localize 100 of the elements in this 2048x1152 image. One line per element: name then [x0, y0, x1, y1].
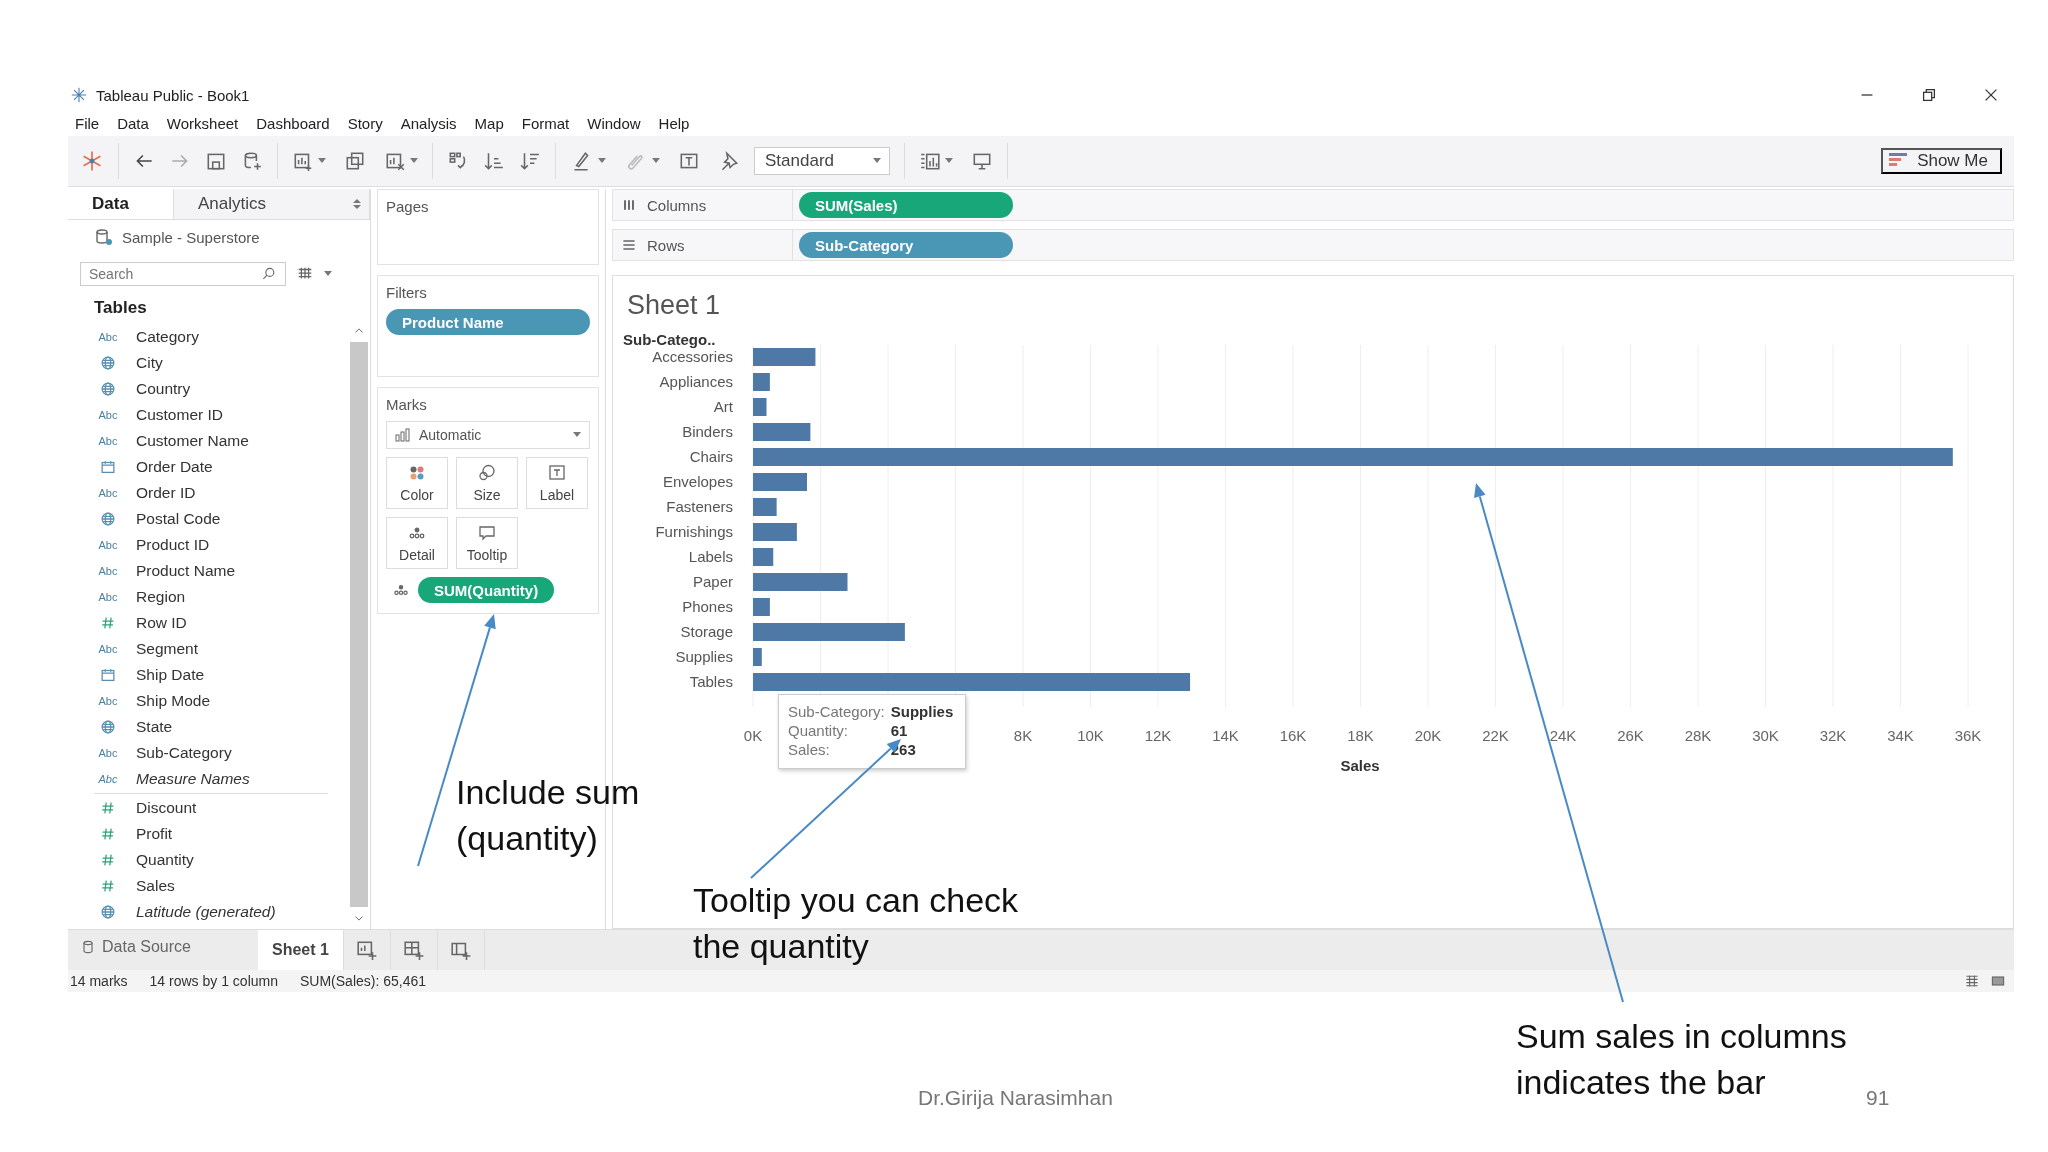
database-icon: [80, 939, 96, 955]
caret-icon[interactable]: [873, 158, 881, 164]
window-title: Tableau Public - Book1: [96, 86, 250, 104]
axis-title: Sales: [1340, 757, 1380, 774]
field-name[interactable]: Postal Code: [136, 510, 221, 528]
category-label: Appliances: [659, 373, 733, 390]
globe-icon: [99, 903, 117, 921]
sheet-tab[interactable]: Sheet 1: [258, 930, 343, 970]
caret-icon[interactable]: [410, 158, 418, 164]
type-label: Abc: [98, 773, 118, 785]
category-label: Phones: [682, 598, 733, 615]
caret-icon[interactable]: [598, 158, 606, 164]
new-sheet-icon[interactable]: [355, 939, 378, 961]
author-name: Dr.Girija Narasimhan: [918, 1086, 1113, 1110]
globe-icon: [99, 718, 117, 736]
mark-property-button[interactable]: Tooltip: [456, 517, 518, 569]
field-name[interactable]: Row ID: [136, 614, 187, 632]
field-name[interactable]: Product Name: [136, 562, 236, 580]
search-field[interactable]: Search: [80, 262, 286, 286]
field-name[interactable]: Quantity: [136, 851, 194, 869]
duplicate-chart-icon[interactable]: [344, 150, 366, 172]
menu-item[interactable]: Story: [340, 114, 394, 132]
type-label: Abc: [98, 539, 118, 551]
tick-label: 18K: [1347, 727, 1374, 744]
app-logo-icon: [70, 86, 88, 104]
bar[interactable]: [753, 398, 767, 416]
restore-icon[interactable]: [1920, 86, 1938, 104]
menu-item[interactable]: Window: [580, 114, 652, 132]
field-name[interactable]: Ship Mode: [136, 692, 211, 710]
fit-dropdown[interactable]: Standard: [754, 147, 890, 175]
snowflake-icon[interactable]: [80, 149, 104, 173]
caret-icon[interactable]: [652, 158, 660, 164]
field-name[interactable]: Customer ID: [136, 406, 223, 424]
tick-label: 32K: [1819, 727, 1847, 744]
calendar-icon: [99, 458, 117, 476]
caret-icon[interactable]: [318, 158, 326, 164]
menu-item[interactable]: File: [68, 114, 111, 132]
search-icon[interactable]: [261, 266, 277, 282]
caret-icon[interactable]: [945, 158, 953, 164]
field-name[interactable]: Category: [136, 328, 199, 346]
field-name[interactable]: Order ID: [136, 484, 196, 502]
field-name[interactable]: Product ID: [136, 536, 210, 554]
show-me-button[interactable]: Show Me: [1881, 148, 2002, 174]
field-name[interactable]: Latitude (generated): [136, 903, 276, 921]
menu-item[interactable]: Dashboard: [249, 114, 341, 132]
card-title: Filters: [386, 284, 428, 301]
rows-icon: [621, 237, 637, 253]
tick-label: 26K: [1617, 727, 1644, 744]
field-name[interactable]: Profit: [136, 825, 173, 843]
menu-item[interactable]: Format: [514, 114, 581, 132]
sort-descending-icon[interactable]: [519, 150, 541, 172]
menu-item[interactable]: Help: [651, 114, 701, 132]
menu-item[interactable]: Data: [110, 114, 160, 132]
bar[interactable]: [753, 548, 774, 566]
category-label: Binders: [682, 423, 733, 440]
field-name[interactable]: Region: [136, 588, 186, 606]
field-name[interactable]: Order Date: [136, 458, 213, 476]
field-name[interactable]: Sub-Category: [136, 744, 232, 762]
mark-property-button[interactable]: Label: [526, 457, 588, 509]
status-text: 14 rows by 1 column: [149, 973, 278, 989]
field-name[interactable]: Country: [136, 380, 191, 398]
field-name[interactable]: Sales: [136, 877, 175, 895]
category-label: Art: [713, 398, 733, 415]
bar-chart-icon: [395, 428, 411, 442]
new-dashboard-icon[interactable]: [402, 939, 425, 961]
type-label: Abc: [98, 487, 118, 499]
field-name[interactable]: State: [136, 718, 173, 736]
category-label: Envelopes: [662, 473, 733, 490]
panel-tab[interactable]: Analytics: [174, 189, 370, 219]
tick-label: 20K: [1414, 727, 1442, 744]
search-input[interactable]: Search: [87, 265, 261, 283]
speech-bubble-icon: [477, 523, 497, 543]
caret-icon[interactable]: [573, 432, 581, 438]
scrollbar-thumb[interactable]: [350, 342, 368, 907]
menu-item[interactable]: Worksheet: [159, 114, 250, 132]
sort-ascending-icon[interactable]: [483, 150, 505, 172]
field-name[interactable]: Segment: [136, 640, 199, 658]
field-name[interactable]: Ship Date: [136, 666, 205, 684]
sort-arrows-icon[interactable]: [353, 198, 361, 210]
field-name[interactable]: City: [136, 354, 163, 372]
field-name[interactable]: Measure Names: [136, 770, 250, 788]
menu-item[interactable]: Map: [467, 114, 515, 132]
menu-item[interactable]: Analysis: [393, 114, 468, 132]
annotation-text: Sum sales in columns indicates the bar: [1516, 1016, 1848, 1103]
field-name[interactable]: Discount: [136, 799, 197, 817]
mark-type-dropdown[interactable]: Automatic: [386, 421, 590, 449]
data-source-name[interactable]: Sample - Superstore: [122, 228, 260, 246]
caret-icon[interactable]: [324, 271, 332, 277]
mark-property-button[interactable]: Color: [386, 457, 448, 509]
category-label: Accessories: [652, 348, 733, 365]
annotation-text: Include sum (quantity): [456, 772, 641, 859]
type-label: Abc: [98, 695, 118, 707]
grid-view-icon[interactable]: [1964, 973, 1980, 989]
tables-heading: Tables: [93, 297, 148, 319]
tick-label: 10K: [1077, 727, 1104, 744]
sheet-tab[interactable]: Data Source: [68, 930, 258, 964]
mark-property-button[interactable]: Detail: [386, 517, 448, 569]
mark-property-button[interactable]: Size: [456, 457, 518, 509]
field-name[interactable]: Customer Name: [136, 432, 249, 450]
list-view-icon[interactable]: [1990, 973, 2006, 989]
